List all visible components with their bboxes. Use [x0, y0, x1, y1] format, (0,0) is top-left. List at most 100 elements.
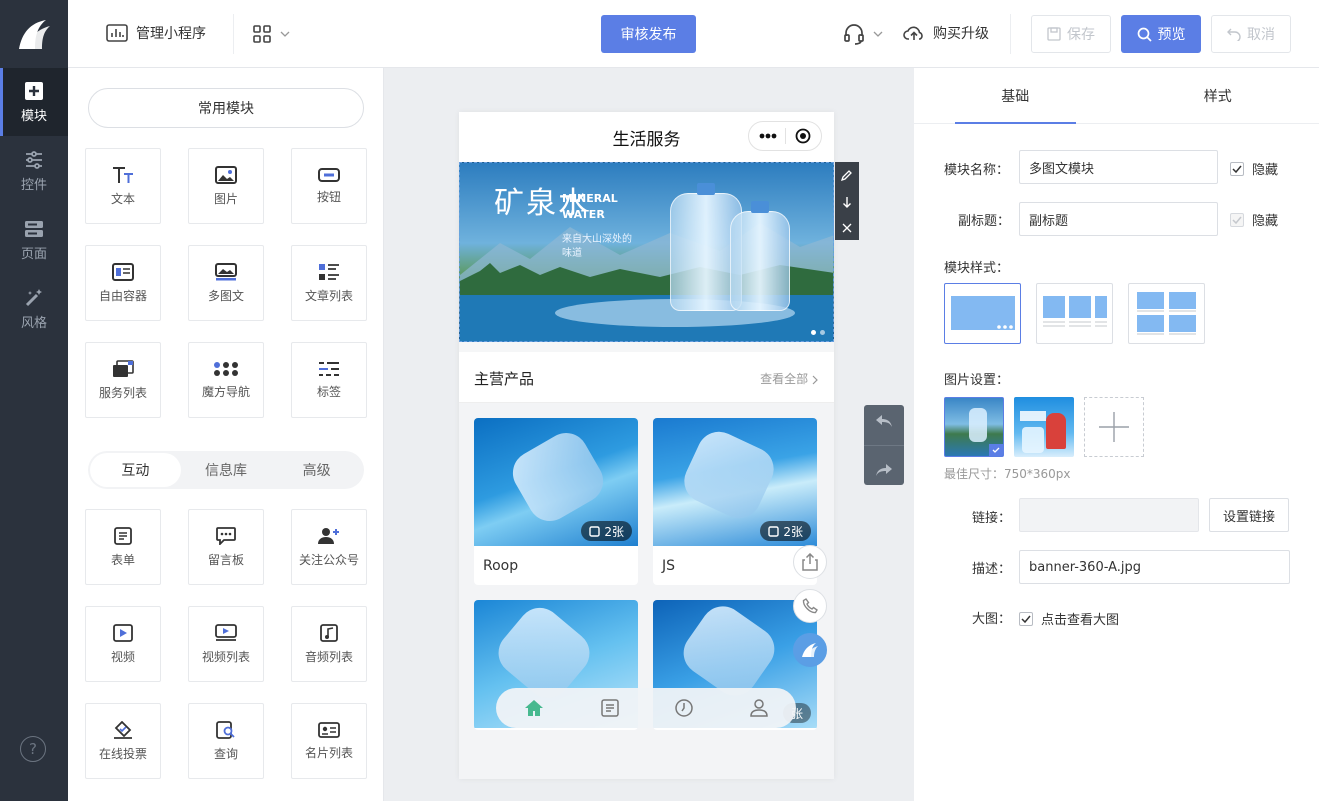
- module-query[interactable]: 查询: [188, 703, 264, 779]
- module-label: 自由容器: [98, 288, 147, 303]
- module-service-list[interactable]: 服务列表: [85, 342, 161, 418]
- product-card[interactable]: 2张 Roop: [474, 418, 638, 585]
- module-container[interactable]: 自由容器: [85, 245, 161, 321]
- image-thumbnail[interactable]: [1014, 397, 1074, 457]
- tab-style[interactable]: 样式: [1117, 68, 1319, 123]
- brand-float-button[interactable]: [793, 633, 827, 667]
- selected-check-icon: [989, 444, 1003, 456]
- large-image-label: 大图：: [972, 612, 1012, 627]
- call-button[interactable]: [793, 589, 827, 623]
- mini-program-capsule: [748, 121, 822, 151]
- rail-label: 控件: [20, 177, 47, 193]
- set-link-button[interactable]: 设置链接: [1209, 498, 1289, 532]
- module-style-label: 模块样式：: [944, 261, 1010, 276]
- form-icon: [114, 526, 132, 545]
- style-option-banner[interactable]: [944, 283, 1021, 344]
- tab-interactive[interactable]: 互动: [90, 453, 181, 487]
- apps-dropdown[interactable]: [252, 24, 290, 44]
- manage-label: 管理小程序: [136, 26, 206, 42]
- service-list-icon: [112, 359, 134, 378]
- module-button[interactable]: 按钮: [291, 148, 367, 224]
- publish-review-button[interactable]: 审核发布: [601, 15, 696, 53]
- module-category-tabs: 互动 信息库 高级: [88, 451, 364, 489]
- module-image[interactable]: 图片: [188, 148, 264, 224]
- common-module-grid: 文本 图片 按钮 自由容器 多图文 文章列表 服务列表 魔方导航 标签: [85, 148, 367, 418]
- close-target-icon: [795, 128, 811, 144]
- banner-subtitle-cn: 来自大山深处的味道: [562, 234, 632, 259]
- move-down-icon[interactable]: [842, 196, 852, 208]
- user-icon[interactable]: [749, 699, 768, 717]
- phone-preview: 生活服务 矿泉水 MINERAL WATER 来自大山深处的味道 主营产品 查看…: [459, 112, 834, 779]
- image-thumbnail-selected[interactable]: [944, 397, 1004, 457]
- undo-arrow-icon[interactable]: [875, 414, 893, 428]
- module-label: 服务列表: [98, 385, 147, 400]
- rail-item-modules[interactable]: 模块: [0, 68, 68, 136]
- clock-icon[interactable]: [675, 699, 693, 717]
- image-settings-label: 图片设置：: [944, 373, 1010, 388]
- subtitle-label: 副标题：: [958, 214, 1011, 229]
- view-all-link[interactable]: 查看全部: [760, 370, 818, 387]
- link-input[interactable]: [1019, 498, 1199, 532]
- style-option-three-column[interactable]: [1036, 283, 1113, 344]
- properties-panel: 基础 样式 模块名称： 多图文模块 隐藏 副标题： 副标题 隐藏 模块样式： 图…: [914, 68, 1319, 801]
- checkbox-label: 隐藏: [1252, 214, 1279, 229]
- buy-upgrade-button[interactable]: 购买升级: [903, 23, 989, 43]
- product-image: 2张: [653, 418, 817, 546]
- module-vote[interactable]: 在线投票: [85, 703, 161, 779]
- module-grid-nav[interactable]: 魔方导航: [188, 342, 264, 418]
- tag-icon: [318, 361, 340, 377]
- tab-info-library[interactable]: 信息库: [181, 453, 272, 487]
- carousel-dot[interactable]: [820, 330, 825, 335]
- hide-subtitle-checkbox[interactable]: 隐藏: [1230, 210, 1278, 229]
- headset-icon: [843, 23, 865, 45]
- audio-list-icon: [320, 623, 338, 642]
- bottle-cap: [697, 183, 715, 195]
- style-option-grid[interactable]: [1128, 283, 1205, 344]
- list-icon[interactable]: [601, 699, 619, 717]
- module-label: 留言板: [207, 552, 244, 567]
- module-article-list[interactable]: 文章列表: [291, 245, 367, 321]
- module-text[interactable]: 文本: [85, 148, 161, 224]
- module-multi-image[interactable]: 多图文: [188, 245, 264, 321]
- module-tag[interactable]: 标签: [291, 342, 367, 418]
- top-header: 管理小程序 审核发布 购买升级 保存 预览 取消: [68, 0, 1319, 68]
- preview-label: 预览: [1157, 27, 1186, 43]
- module-form[interactable]: 表单: [85, 509, 161, 585]
- save-button[interactable]: 保存: [1031, 15, 1111, 53]
- module-audio-list[interactable]: 音频列表: [291, 606, 367, 682]
- module-follow-account[interactable]: 关注公众号: [291, 509, 367, 585]
- rail-item-pages[interactable]: 页面: [0, 206, 68, 274]
- tab-advanced[interactable]: 高级: [271, 453, 362, 487]
- share-button[interactable]: [793, 545, 827, 579]
- carousel-dot[interactable]: [811, 330, 816, 335]
- cancel-button[interactable]: 取消: [1211, 15, 1291, 53]
- share-icon: [801, 553, 819, 571]
- query-icon: [216, 720, 236, 739]
- add-image-button[interactable]: [1084, 397, 1144, 457]
- rail-item-style[interactable]: 风格: [0, 275, 68, 343]
- preview-button[interactable]: 预览: [1121, 15, 1201, 53]
- module-video[interactable]: 视频: [85, 606, 161, 682]
- view-large-image-checkbox[interactable]: 点击查看大图: [1019, 609, 1119, 628]
- common-modules-header[interactable]: 常用模块: [88, 88, 364, 128]
- close-icon[interactable]: [842, 223, 852, 233]
- edit-icon[interactable]: [841, 169, 853, 182]
- product-image: 2张: [474, 418, 638, 546]
- tab-basic[interactable]: 基础: [914, 68, 1117, 124]
- manage-miniprogram-button[interactable]: 管理小程序: [106, 23, 206, 43]
- home-icon[interactable]: [524, 699, 544, 717]
- rail-item-controls[interactable]: 控件: [0, 137, 68, 205]
- hide-name-checkbox[interactable]: 隐藏: [1230, 159, 1278, 178]
- support-dropdown[interactable]: [843, 23, 883, 45]
- help-icon[interactable]: ?: [20, 736, 46, 762]
- redo-arrow-icon[interactable]: [875, 463, 893, 477]
- module-card-list[interactable]: 名片列表: [291, 703, 367, 779]
- module-message-board[interactable]: 留言板: [188, 509, 264, 585]
- subtitle-input[interactable]: 副标题: [1019, 202, 1218, 236]
- module-video-list[interactable]: 视频列表: [188, 606, 264, 682]
- module-label: 视频列表: [201, 649, 250, 664]
- banner-carousel[interactable]: 矿泉水 MINERAL WATER 来自大山深处的味道: [459, 162, 834, 342]
- description-input[interactable]: banner-360-A.jpg: [1019, 550, 1290, 584]
- module-name-input[interactable]: 多图文模块: [1019, 150, 1218, 184]
- rail-label: 风格: [20, 315, 47, 331]
